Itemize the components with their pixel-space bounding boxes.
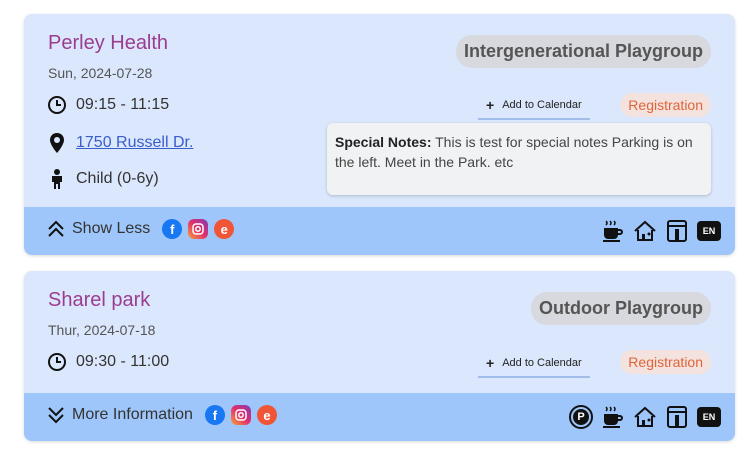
eventbrite-icon[interactable]: e [256,405,277,425]
event-time: 09:15 - 11:15 [76,96,170,113]
add-to-calendar-button[interactable]: + Add to Calendar [478,352,590,378]
event-time-row: 09:15 - 11:15 [46,94,169,116]
coffee-cup-icon [601,405,625,429]
clock-icon [46,351,68,373]
plus-icon: + [486,97,495,113]
event-card: Perley Health Sun, 2024-07-28 09:15 - 11… [24,14,735,255]
special-notes-label: Special Notes: [335,134,432,150]
add-to-calendar-label: Add to Calendar [502,357,582,369]
language-badge: EN [697,407,721,427]
event-address-row: 1750 Russell Dr. [46,132,193,154]
event-date: Thur, 2024-07-18 [48,322,156,338]
eventbrite-icon[interactable]: e [214,219,235,239]
parking-icon: P [569,405,593,429]
plus-icon: + [486,355,495,371]
event-time: 09:30 - 11:00 [76,353,170,370]
more-information-toggle[interactable]: More Information f e [46,405,277,425]
category-badge: Intergenerational Playgroup [455,35,711,68]
category-badge: Outdoor Playgroup [531,292,711,325]
event-card: Sharel park Thur, 2024-07-18 09:30 - 11:… [24,271,735,441]
card-footer: Show Less f e EN [24,207,735,255]
show-less-toggle[interactable]: Show Less f e [46,219,235,239]
language-badge: EN [697,221,721,241]
chevrons-down-icon [46,405,66,425]
registration-button[interactable]: Registration [620,350,711,374]
house-icon [633,219,657,243]
amenities: EN [601,219,721,243]
add-to-calendar-button[interactable]: + Add to Calendar [478,94,590,120]
coffee-cup-icon [601,219,625,243]
event-address-link[interactable]: 1750 Russell Dr. [76,134,193,152]
event-time-row: 09:30 - 11:00 [46,351,169,373]
special-notes-box: Special Notes: This is test for special … [327,123,711,195]
registration-button[interactable]: Registration [620,93,711,117]
location-pin-icon [46,132,68,154]
events-page: Perley Health Sun, 2024-07-28 09:15 - 11… [0,0,750,456]
facebook-icon[interactable]: f [204,405,225,425]
amenities: P EN [569,405,721,429]
facebook-icon[interactable]: f [162,219,183,239]
add-to-calendar-label: Add to Calendar [502,99,582,111]
child-icon [46,168,68,190]
event-date: Sun, 2024-07-28 [48,65,153,81]
social-links: f e [204,405,277,425]
social-links: f e [162,219,235,239]
chevrons-up-icon [46,219,66,239]
event-age-row: Child (0-6y) [46,168,159,190]
instagram-icon[interactable] [230,405,251,425]
event-title: Perley Health [48,32,169,54]
toggle-label: Show Less [72,220,151,237]
event-title: Sharel park [48,289,151,311]
accessible-entrance-icon [665,405,689,429]
clock-icon [46,94,68,116]
toggle-label: More Information [72,406,193,423]
house-icon [633,405,657,429]
event-age: Child (0-6y) [76,170,159,187]
card-footer: More Information f e P EN [24,393,735,441]
instagram-icon[interactable] [188,219,209,239]
accessible-entrance-icon [665,219,689,243]
